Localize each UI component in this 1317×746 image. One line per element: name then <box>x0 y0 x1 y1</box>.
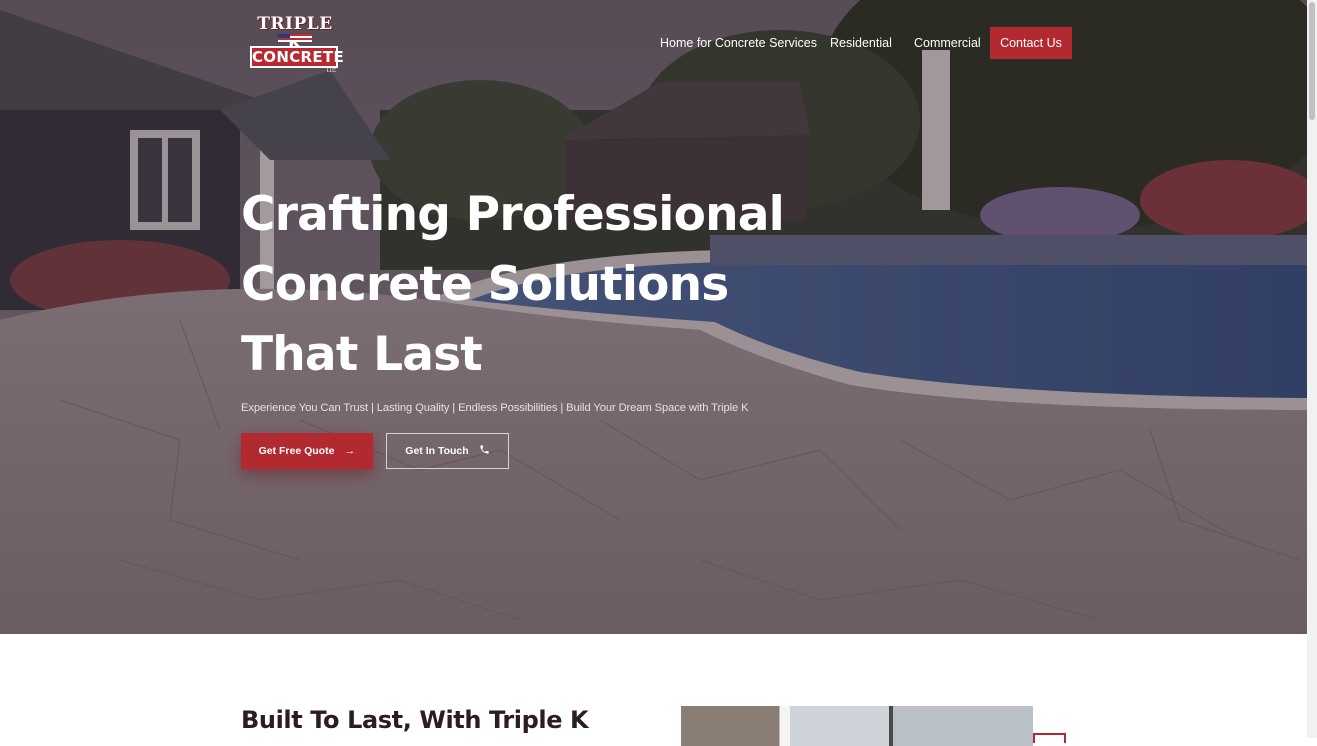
nav-item-home[interactable]: Home for Concrete Services <box>660 36 817 50</box>
nav-item-residential[interactable]: Residential <box>830 36 892 50</box>
logo-text-bottom: CONCRETE <box>250 46 344 68</box>
nav-item-commercial[interactable]: Commercial <box>914 36 981 50</box>
get-in-touch-button[interactable]: Get In Touch <box>386 433 509 469</box>
arrow-right-icon: → <box>344 445 356 457</box>
phone-icon <box>479 444 490 458</box>
get-free-quote-button[interactable]: Get Free Quote → <box>241 433 373 469</box>
get-free-quote-label: Get Free Quote <box>258 445 335 457</box>
contact-us-button[interactable]: Contact Us <box>990 27 1072 59</box>
get-in-touch-label: Get In Touch <box>405 445 469 457</box>
headline-line-1: Crafting Professional <box>241 187 785 242</box>
hero-headline: Crafting Professional Concrete Solutions… <box>241 180 801 390</box>
section-image <box>681 706 1033 746</box>
flag-icon <box>278 34 312 42</box>
contact-us-label: Contact Us <box>1000 36 1062 50</box>
headline-line-3: That Last <box>241 327 483 382</box>
hero-tagline: Experience You Can Trust | Lasting Quali… <box>241 402 749 414</box>
brand-logo[interactable]: TRIPLE K CONCRETE LLC <box>248 14 344 74</box>
scrollbar-thumb[interactable] <box>1309 2 1315 120</box>
logo-suffix: LLC <box>326 68 336 74</box>
section-title: Built To Last, With Triple K <box>241 706 589 734</box>
decorative-accent <box>1033 733 1066 743</box>
headline-line-2: Concrete Solutions <box>241 257 729 312</box>
hero-section: TRIPLE K CONCRETE LLC Home for Concrete … <box>0 0 1307 634</box>
